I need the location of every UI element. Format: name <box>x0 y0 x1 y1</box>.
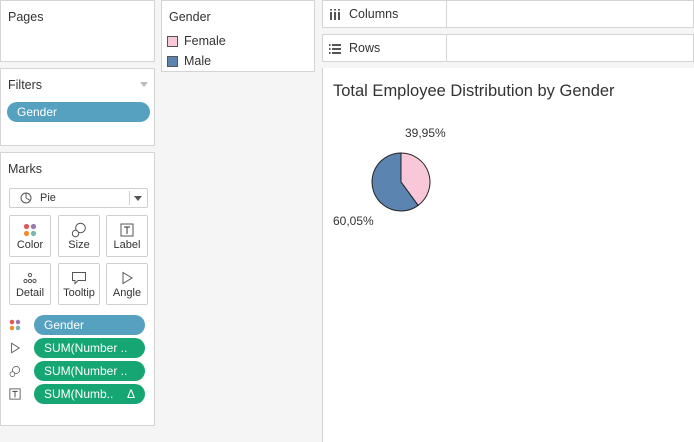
mark-type-select[interactable]: Pie <box>9 188 148 208</box>
tooltip-button-label: Tooltip <box>63 287 95 299</box>
label-button[interactable]: Label <box>106 215 148 257</box>
marks-field-label-field[interactable]: SUM(Numb.. Δ <box>34 384 145 404</box>
size-icon <box>9 365 21 377</box>
marks-field-label: SUM(Number .. <box>44 364 128 378</box>
angle-icon <box>107 270 147 286</box>
filters-title: Filters <box>8 78 43 92</box>
legend-item-label: Female <box>184 34 226 48</box>
detail-button[interactable]: Detail <box>9 263 51 305</box>
color-icon <box>10 222 50 238</box>
color-button-label: Color <box>16 239 44 251</box>
marks-field-label: Gender <box>44 318 85 332</box>
filter-pill-gender[interactable]: Gender <box>7 102 150 122</box>
marks-field-label: SUM(Numb.. <box>44 387 114 401</box>
size-button[interactable]: Size <box>58 215 100 257</box>
mark-type-label: Pie <box>40 192 56 204</box>
pie-type-icon <box>20 192 32 207</box>
marks-field-size[interactable]: SUM(Number .. <box>34 361 145 381</box>
columns-icon <box>329 8 341 20</box>
size-button-label: Size <box>68 239 90 251</box>
marks-field-gender[interactable]: Gender <box>34 315 145 335</box>
columns-shelf-label: Columns <box>323 1 447 27</box>
legend-title: Gender <box>169 10 211 24</box>
marks-field-angle[interactable]: SUM(Number .. <box>34 338 145 358</box>
legend-item-label: Male <box>184 54 212 68</box>
legend-swatch-male <box>167 55 178 67</box>
size-icon <box>59 222 99 238</box>
table-calc-badge: Δ <box>126 387 135 401</box>
legend-item-male[interactable]: Male <box>167 53 211 69</box>
gender-legend: Gender Female Male <box>161 0 315 72</box>
detail-button-label: Detail <box>15 287 45 299</box>
tooltip-icon <box>59 270 99 286</box>
pie-label-male: 60,05% <box>333 214 374 228</box>
marks-card: Marks Pie Color Size Label Detail Toolti… <box>0 152 155 426</box>
angle-button[interactable]: Angle <box>106 263 148 305</box>
marks-title: Marks <box>8 162 43 176</box>
mark-type-divider <box>129 191 130 205</box>
pages-title: Pages <box>8 10 44 24</box>
detail-icon <box>10 270 50 286</box>
pages-card: Pages <box>0 0 155 62</box>
tooltip-button[interactable]: Tooltip <box>58 263 100 305</box>
rows-label: Rows <box>349 41 381 55</box>
rows-shelf-label: Rows <box>323 35 447 61</box>
angle-icon <box>9 342 21 354</box>
pie-label-female: 39,95% <box>405 126 446 140</box>
filters-menu-icon[interactable] <box>140 82 148 87</box>
label-button-label: Label <box>113 239 141 251</box>
chevron-down-icon <box>134 196 142 201</box>
label-icon <box>9 388 21 400</box>
marks-field-label: SUM(Number .. <box>44 341 128 355</box>
view-area: Total Employee Distribution by Gender 39… <box>322 68 694 442</box>
filter-pill-label: Gender <box>17 105 58 119</box>
angle-button-label: Angle <box>112 287 142 299</box>
filters-card: Filters Gender <box>0 68 155 146</box>
legend-swatch-female <box>167 35 178 47</box>
rows-icon <box>329 43 341 54</box>
color-button[interactable]: Color <box>9 215 51 257</box>
rows-shelf[interactable]: Rows <box>322 34 694 62</box>
color-icon <box>9 319 21 331</box>
label-icon <box>107 222 147 238</box>
legend-item-female[interactable]: Female <box>167 33 226 49</box>
columns-shelf[interactable]: Columns <box>322 0 694 28</box>
pie-chart: 39,95% 60,05% <box>333 126 446 228</box>
columns-label: Columns <box>349 7 399 21</box>
